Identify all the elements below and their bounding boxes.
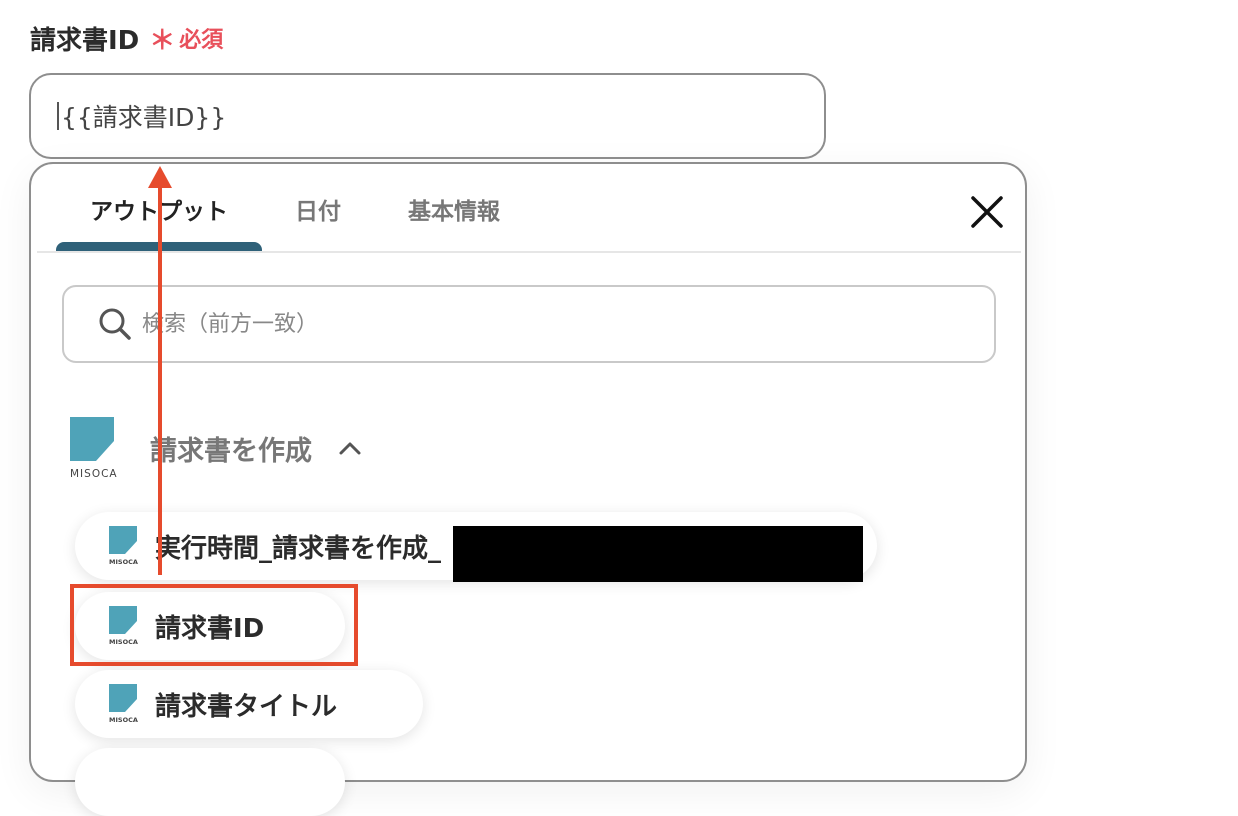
output-item-partial[interactable] xyxy=(75,748,345,816)
annotation-arrow xyxy=(148,166,172,575)
